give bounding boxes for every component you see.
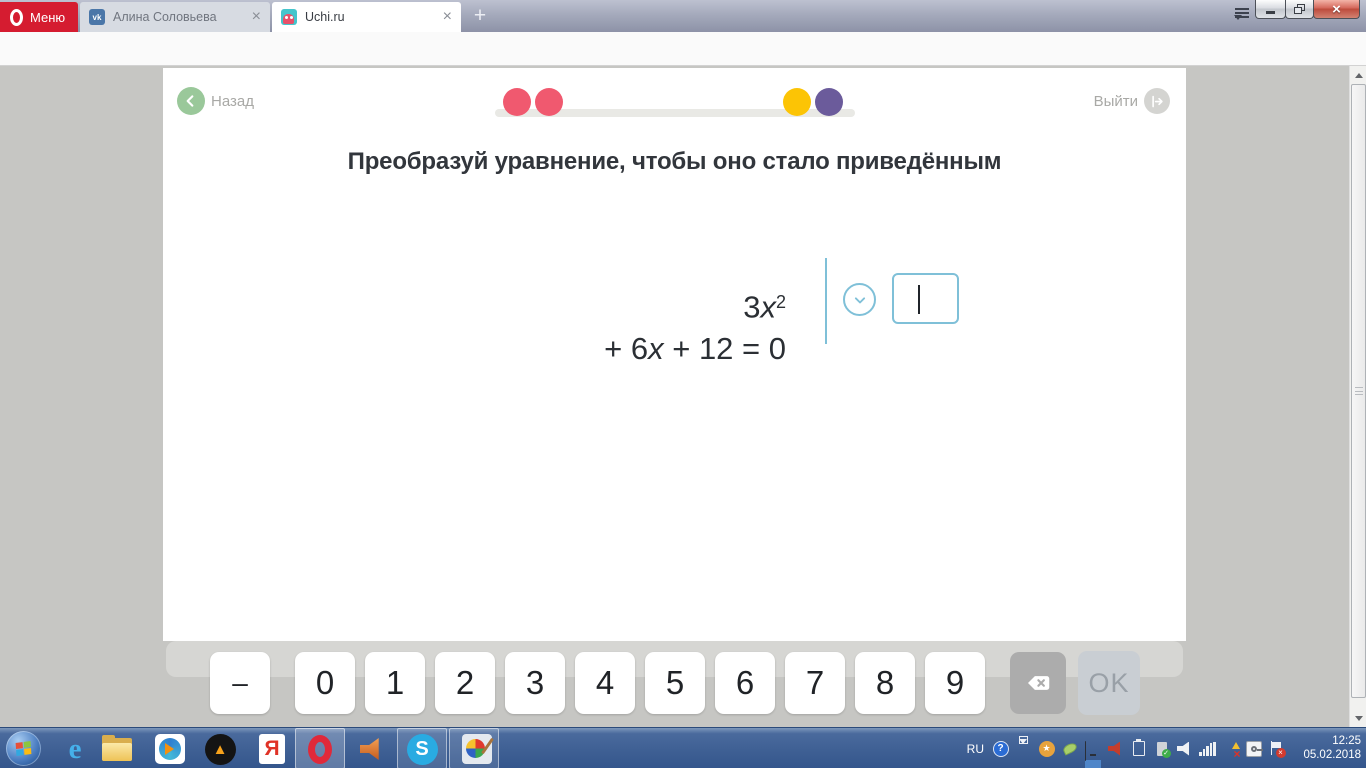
browser-toolbar: uchi.ru /cards/33288 ♡ [0,32,1366,95]
key-9[interactable]: 9 [925,652,985,714]
tab-close-icon[interactable]: × [443,9,452,25]
leaf-tray-icon[interactable] [1061,740,1078,757]
new-tab-button[interactable]: + [468,4,492,28]
tab-close-icon[interactable]: × [252,9,261,25]
key-ok[interactable]: OK [1078,651,1140,715]
scrollbar[interactable] [1349,66,1366,727]
help-tray-icon[interactable]: ? [992,740,1009,757]
restore-icon [1294,4,1305,14]
minimize-button[interactable] [1255,0,1286,19]
vertical-divider [825,258,827,344]
skype-icon: S [406,733,438,765]
window-controls: × [1255,0,1360,19]
audio-tray-icon[interactable] [1107,740,1124,757]
text-caret [918,285,920,314]
key-2[interactable]: 2 [435,652,495,714]
tab-menu-icon[interactable] [1234,8,1250,41]
taskbar-opera-icon[interactable] [303,732,337,766]
dropdown-chevron-button[interactable] [843,283,876,316]
aimp-icon: ▲ [204,733,236,765]
task-title: Преобразуй уравнение, чтобы оно стало пр… [347,148,1002,175]
taskbar-skype-icon[interactable]: S [405,732,439,766]
close-button[interactable]: × [1313,0,1360,19]
equation-text: 3x2 + 6x + 12 = 0 [595,289,786,367]
answer-input[interactable] [892,273,959,324]
opera-menu-button[interactable]: Меню [0,2,78,32]
clipboard-tray-icon[interactable] [1130,739,1147,757]
key-3[interactable]: 3 [505,652,565,714]
start-button[interactable] [6,731,41,766]
ie-icon: e [68,732,82,765]
page-viewport: Назад Выйти Преобразуй уравнение, чтобы … [0,66,1366,727]
browser-tab-bar: Меню vk Алина Соловьева × Uchi.ru × + × [0,0,1366,41]
scroll-up-button[interactable] [1350,66,1366,83]
tab-uchi-active[interactable]: Uchi.ru × [272,2,461,32]
display-tray-icon[interactable] [1084,740,1101,768]
star-tray-icon[interactable]: ★ [1038,740,1055,757]
chevron-left-icon [186,95,194,107]
progress-dot [815,88,843,116]
exit-label[interactable]: Выйти [1094,93,1138,110]
taskbar-clock[interactable]: 12:25 05.02.2018 [1303,734,1361,762]
tab-title: Алина Соловьева [113,10,217,24]
folder-icon [102,734,132,761]
windows-flag-icon [15,740,32,757]
windows-taskbar: e ▲ Я S RU ? ★ ✓ × × 12:25 05.02.2018 [0,727,1366,768]
exit-arrow-icon [1151,95,1163,107]
usb-device-tray-icon[interactable]: ✓ [1153,740,1171,758]
clock-date: 05.02.2018 [1303,749,1361,761]
key-1[interactable]: 1 [365,652,425,714]
scroll-down-button[interactable] [1350,710,1366,727]
clock-time: 12:25 [1332,735,1361,747]
tab-title: Uchi.ru [305,10,345,24]
action-center-flag-icon[interactable]: × [1268,740,1286,758]
volume-tray-icon[interactable] [1176,740,1193,757]
progress-dot [535,88,563,116]
key-4[interactable]: 4 [575,652,635,714]
taskbar-aimp-icon[interactable]: ▲ [203,732,237,766]
signal-bars-tray-icon[interactable] [1199,740,1216,757]
exercise-card: Назад Выйти Преобразуй уравнение, чтобы … [163,68,1186,641]
key-7[interactable]: 7 [785,652,845,714]
key-8[interactable]: 8 [855,652,915,714]
scrollbar-thumb[interactable] [1351,84,1366,698]
chevron-down-icon [1019,738,1027,765]
opera-logo-icon [10,8,23,26]
back-button[interactable] [177,87,205,115]
yandex-icon: Я [259,734,285,764]
progress-dot [783,88,811,116]
media-player-icon [155,734,185,764]
opera-icon [308,734,332,764]
backspace-icon [1028,676,1050,690]
taskbar-paint-icon[interactable] [460,732,494,766]
key-backspace[interactable] [1010,652,1066,714]
taskbar-media-player-icon[interactable] [153,732,187,766]
vk-favicon: vk [89,9,105,25]
restore-button[interactable] [1285,0,1314,19]
language-indicator[interactable]: RU [967,742,984,756]
tab-vk-alina[interactable]: vk Алина Соловьева × [80,2,270,32]
taskbar-audio-app-icon[interactable] [355,732,389,766]
speaker-icon [360,738,379,760]
key-minus[interactable]: – [210,652,270,714]
taskbar-ie-icon[interactable]: e [58,732,92,766]
taskbar-explorer-icon[interactable] [100,732,134,766]
system-tray: RU ? ★ ✓ × × [967,728,1286,768]
key-0[interactable]: 0 [295,652,355,714]
uchi-favicon [281,9,297,25]
paint-icon [462,734,494,764]
key-tray-icon[interactable] [1245,740,1263,757]
back-label[interactable]: Назад [211,93,254,110]
menu-button-label: Меню [30,9,66,25]
key-6[interactable]: 6 [715,652,775,714]
key-5[interactable]: 5 [645,652,705,714]
scrollbar-grip [1355,387,1363,395]
taskbar-yandex-icon[interactable]: Я [255,732,289,766]
chevron-down-icon [854,296,865,303]
show-hidden-icons[interactable] [1015,735,1032,765]
exit-button[interactable] [1144,88,1170,114]
network-error-tray-icon[interactable]: × [1222,740,1241,760]
progress-dot [503,88,531,116]
